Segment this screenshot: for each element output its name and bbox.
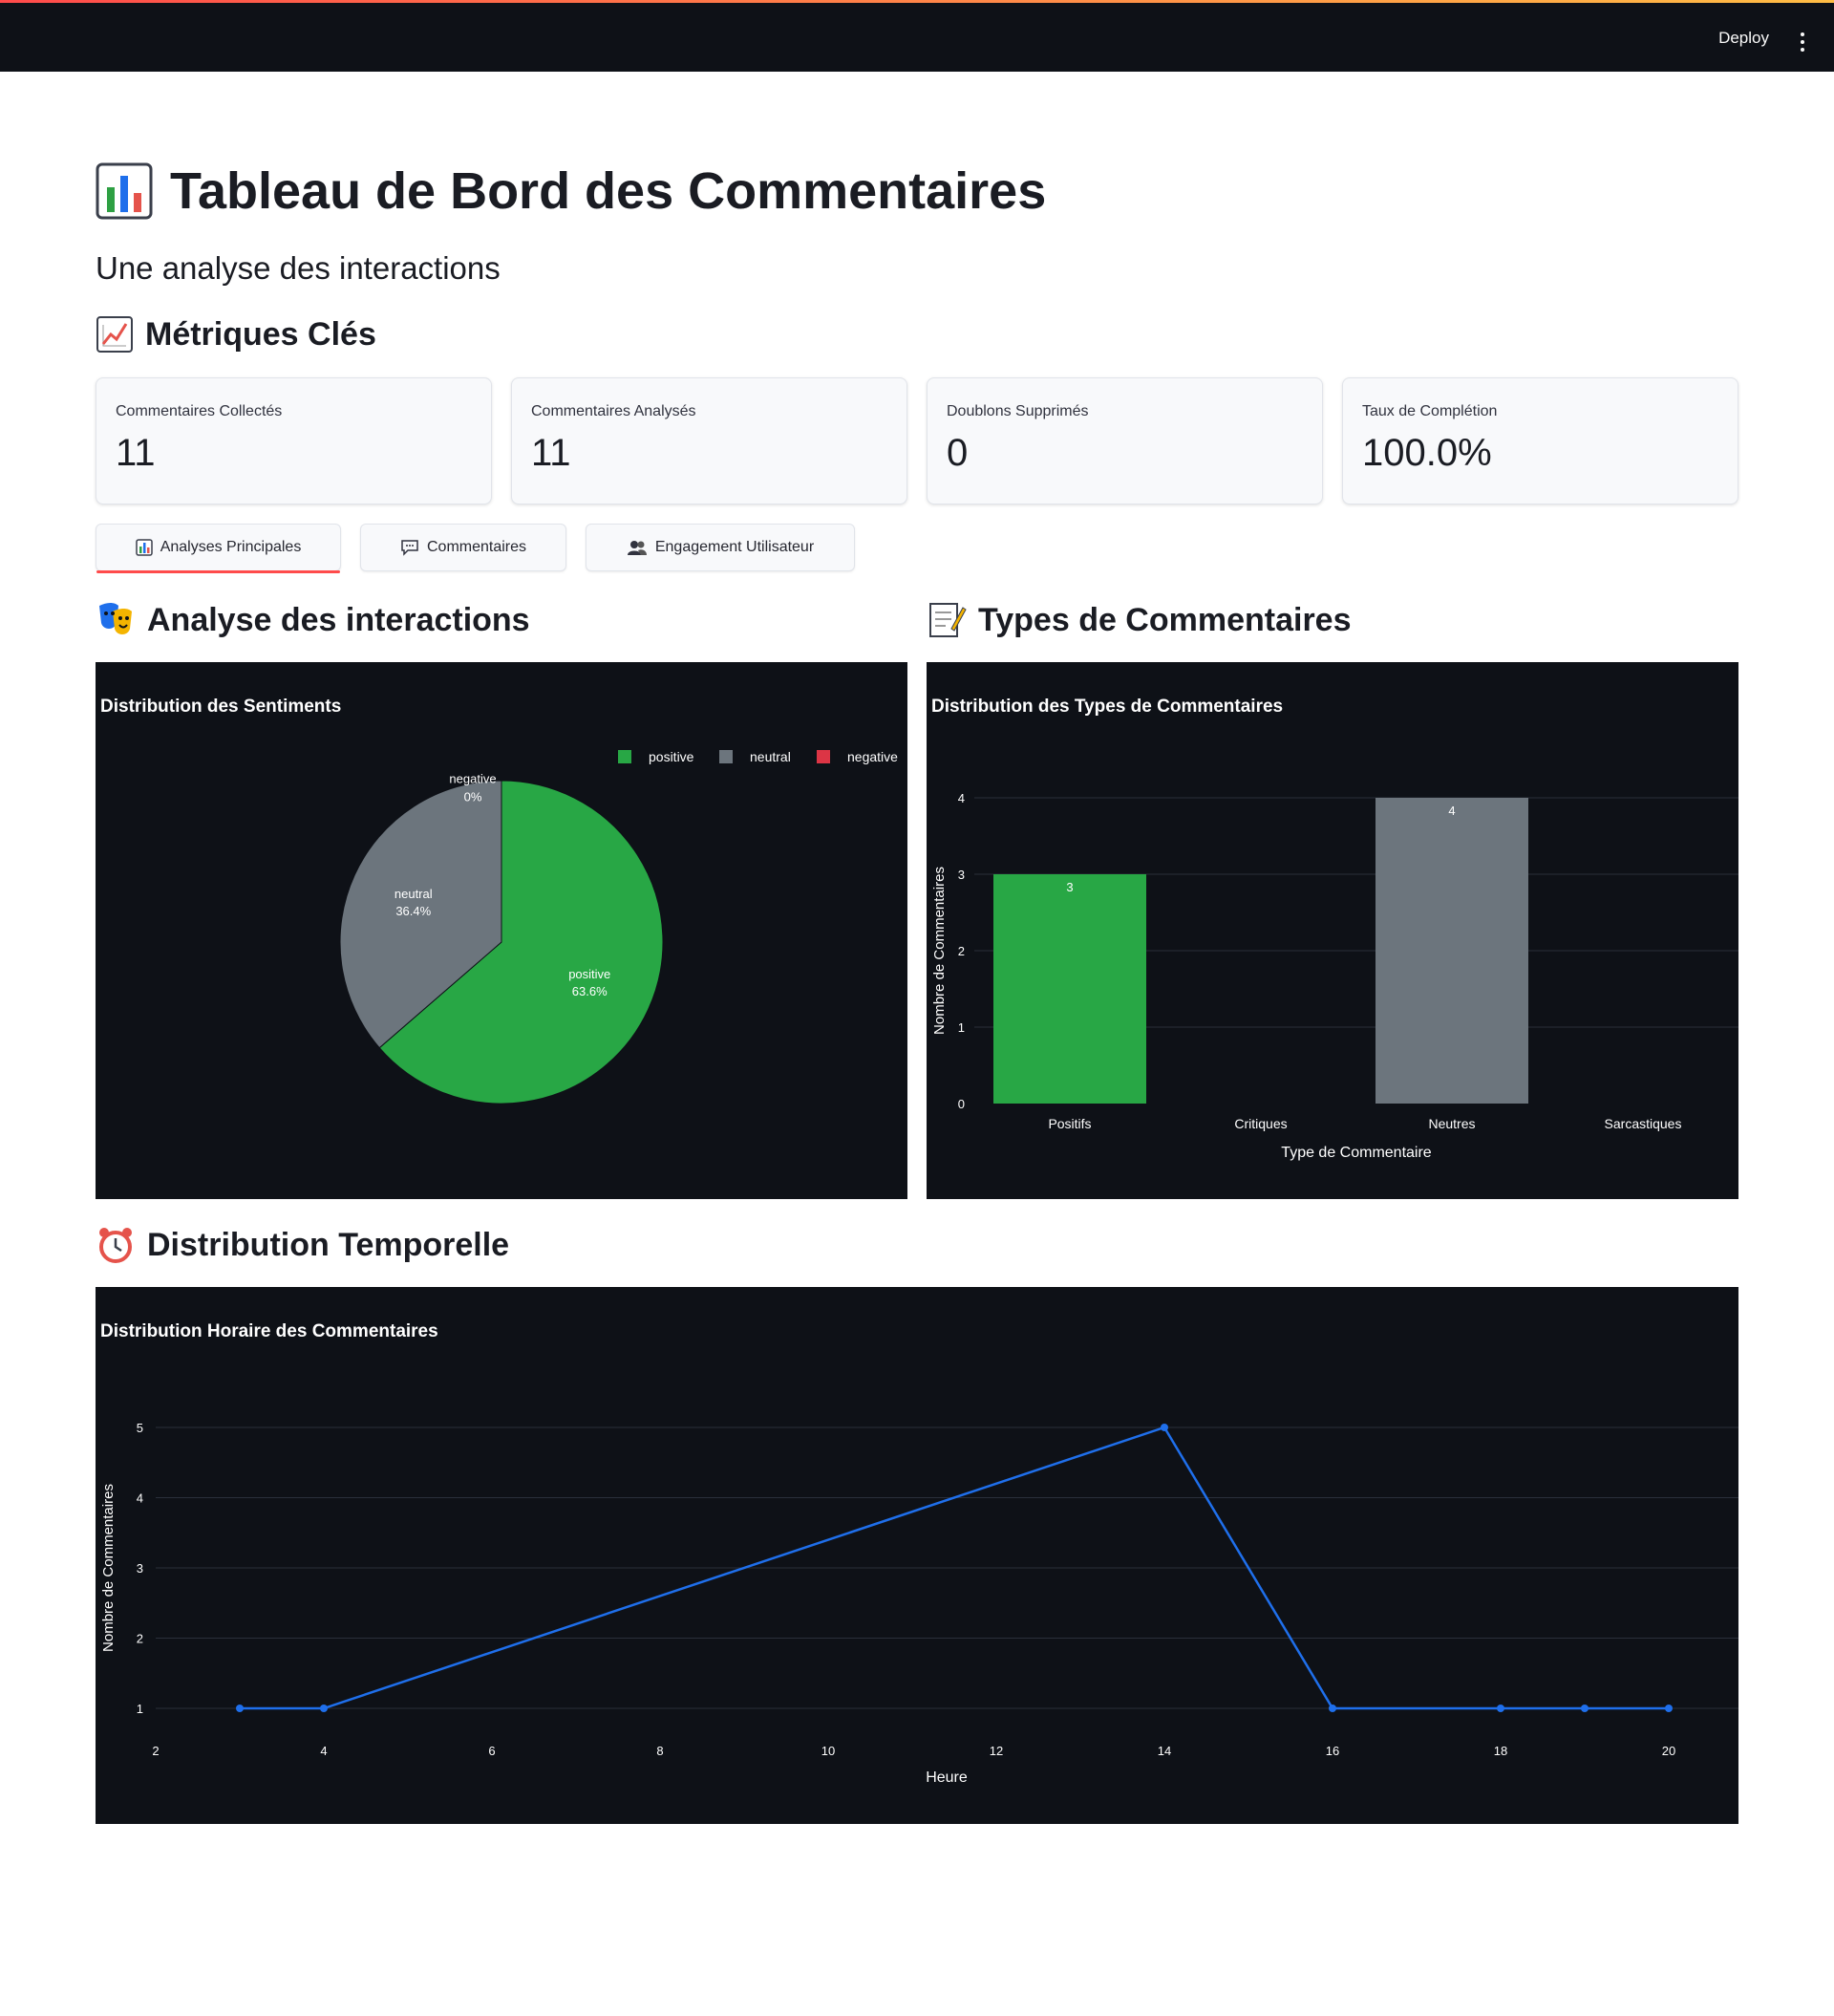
y-tick-label: 2 — [958, 944, 965, 958]
x-tick-label: 6 — [488, 1744, 495, 1758]
header-accent-bar — [0, 0, 1834, 3]
y-tick-label: 5 — [137, 1421, 143, 1435]
sentiment-pie-chart: Distribution des Sentiments positive 63.6… — [96, 662, 907, 1199]
bar-data-label: 3 — [1066, 880, 1073, 894]
y-tick-label: 2 — [137, 1632, 143, 1646]
memo-emoji-icon — [929, 603, 967, 637]
metric-label: Taux de Complétion — [1362, 403, 1498, 419]
x-axis-title: Heure — [926, 1769, 968, 1786]
metric-value: 0 — [947, 432, 969, 474]
pie-label: positive — [568, 967, 610, 981]
metric-card-collected: Commentaires Collectés 11 — [96, 377, 492, 504]
pie-chart-svg: positive 63.6% neutral 36.4% negative 0% posit… — [339, 749, 898, 1105]
x-tick-label: 16 — [1326, 1744, 1339, 1758]
x-axis-title: Type de Commentaire — [1281, 1145, 1432, 1161]
pie-label: neutral — [395, 887, 433, 901]
pie-label: negative — [449, 772, 496, 786]
y-tick-label: 1 — [958, 1020, 965, 1035]
legend-label: negative — [847, 749, 898, 764]
types-section-title: Types de Commentaires — [927, 600, 1352, 640]
x-tick-label: 20 — [1662, 1744, 1675, 1758]
app-header: Deploy — [0, 0, 1834, 72]
y-tick-label: 0 — [958, 1097, 965, 1111]
metrics-section-label: Métriques Clés — [145, 315, 376, 353]
interactions-section-title: Analyse des interactions — [96, 600, 530, 640]
metric-label: Commentaires Analysés — [531, 403, 696, 419]
tab-label: Engagement Utilisateur — [654, 539, 815, 555]
bar-Positifs — [993, 874, 1146, 1104]
tab-label: Commentaires — [426, 539, 527, 555]
data-point — [1497, 1705, 1504, 1712]
legend-label: neutral — [750, 749, 791, 764]
temporal-section-title: Distribution Temporelle — [96, 1225, 509, 1265]
x-tick-label: 18 — [1494, 1744, 1507, 1758]
bar-chart-emoji-icon — [96, 162, 153, 220]
x-tick-label: 8 — [656, 1744, 663, 1758]
pie-percent-label: 0% — [464, 790, 482, 804]
metrics-section-title: Métriques Clés — [96, 315, 376, 354]
tab-commentaires[interactable]: Commentaires — [360, 524, 566, 571]
data-point — [1581, 1705, 1589, 1712]
bar-chart-svg: 0 1 2 3 4 3 Positifs Critiques 4 Neutres Sarcastiq… — [931, 791, 1738, 1161]
metric-value: 11 — [531, 432, 571, 474]
kebab-menu-icon[interactable] — [1800, 32, 1805, 52]
users-icon — [627, 541, 647, 555]
y-tick-label: 3 — [137, 1561, 143, 1576]
data-point — [236, 1705, 244, 1712]
tab-analyses-principales[interactable]: Analyses Principales — [96, 524, 341, 573]
metric-card-completion: Taux de Complétion 100.0% — [1342, 377, 1738, 504]
bar-data-label: 4 — [1448, 804, 1455, 818]
bar-chart-emoji-icon — [135, 539, 153, 556]
x-tick-label: Positifs — [1048, 1116, 1091, 1131]
y-tick-label: 4 — [137, 1491, 143, 1506]
x-tick-label: 4 — [320, 1744, 327, 1758]
tab-label: Analyses Principales — [160, 539, 302, 555]
types-section-label: Types de Commentaires — [978, 601, 1352, 638]
legend-swatch-positive — [618, 750, 631, 763]
temporal-section-label: Distribution Temporelle — [147, 1226, 510, 1263]
data-point — [1665, 1705, 1673, 1712]
y-tick-label: 4 — [958, 791, 965, 805]
hourly-line-chart: Distribution Horaire des Commentaires 12… — [96, 1287, 1738, 1824]
y-axis-title: Nombre de Commentaires — [931, 867, 948, 1035]
metric-label: Doublons Supprimés — [947, 403, 1089, 419]
metric-card-analyzed: Commentaires Analysés 11 — [511, 377, 907, 504]
y-tick-label: 3 — [958, 868, 965, 882]
x-tick-label: 10 — [821, 1744, 835, 1758]
pie-percent-label: 63.6% — [572, 984, 608, 998]
data-point — [320, 1705, 328, 1712]
metric-card-duplicates: Doublons Supprimés 0 — [927, 377, 1323, 504]
x-tick-label: Critiques — [1234, 1116, 1287, 1131]
metric-value: 100.0% — [1362, 432, 1492, 474]
alarm-clock-emoji-icon — [99, 1228, 132, 1263]
x-tick-label: Neutres — [1428, 1116, 1475, 1131]
metric-value: 11 — [116, 432, 156, 474]
y-axis-title: Nombre de Commentaires — [100, 1484, 117, 1652]
x-tick-label: 14 — [1158, 1744, 1171, 1758]
x-tick-label: 2 — [152, 1744, 159, 1758]
x-tick-label: Sarcastiques — [1605, 1116, 1682, 1131]
x-tick-label: 12 — [990, 1744, 1003, 1758]
legend-swatch-neutral — [719, 750, 733, 763]
types-bar-chart: Distribution des Types de Commentaires 0… — [927, 662, 1738, 1199]
performing-arts-emoji-icon — [99, 603, 132, 634]
y-tick-label: 1 — [137, 1702, 143, 1716]
chart-increasing-emoji-icon — [96, 316, 133, 353]
data-point — [1329, 1705, 1336, 1712]
deploy-button[interactable]: Deploy — [1718, 29, 1769, 48]
legend-label: positive — [649, 749, 694, 764]
speech-bubble-icon — [401, 540, 418, 556]
metric-label: Commentaires Collectés — [116, 403, 283, 419]
page-title-row: Tableau de Bord des Commentaires — [96, 158, 1046, 225]
tab-engagement-utilisateur[interactable]: Engagement Utilisateur — [586, 524, 855, 571]
legend-swatch-negative — [817, 750, 830, 763]
page-title: Tableau de Bord des Commentaires — [170, 162, 1047, 220]
interactions-section-label: Analyse des interactions — [147, 601, 530, 638]
bar-Neutres — [1376, 798, 1528, 1104]
pie-percent-label: 36.4% — [395, 904, 431, 918]
page-subtitle: Une analyse des interactions — [96, 250, 501, 286]
data-point — [1161, 1424, 1168, 1431]
line-chart-svg: 123452 4 6 8 10 12 14 16 18 20HeureNombre de Comm… — [100, 1421, 1738, 1786]
